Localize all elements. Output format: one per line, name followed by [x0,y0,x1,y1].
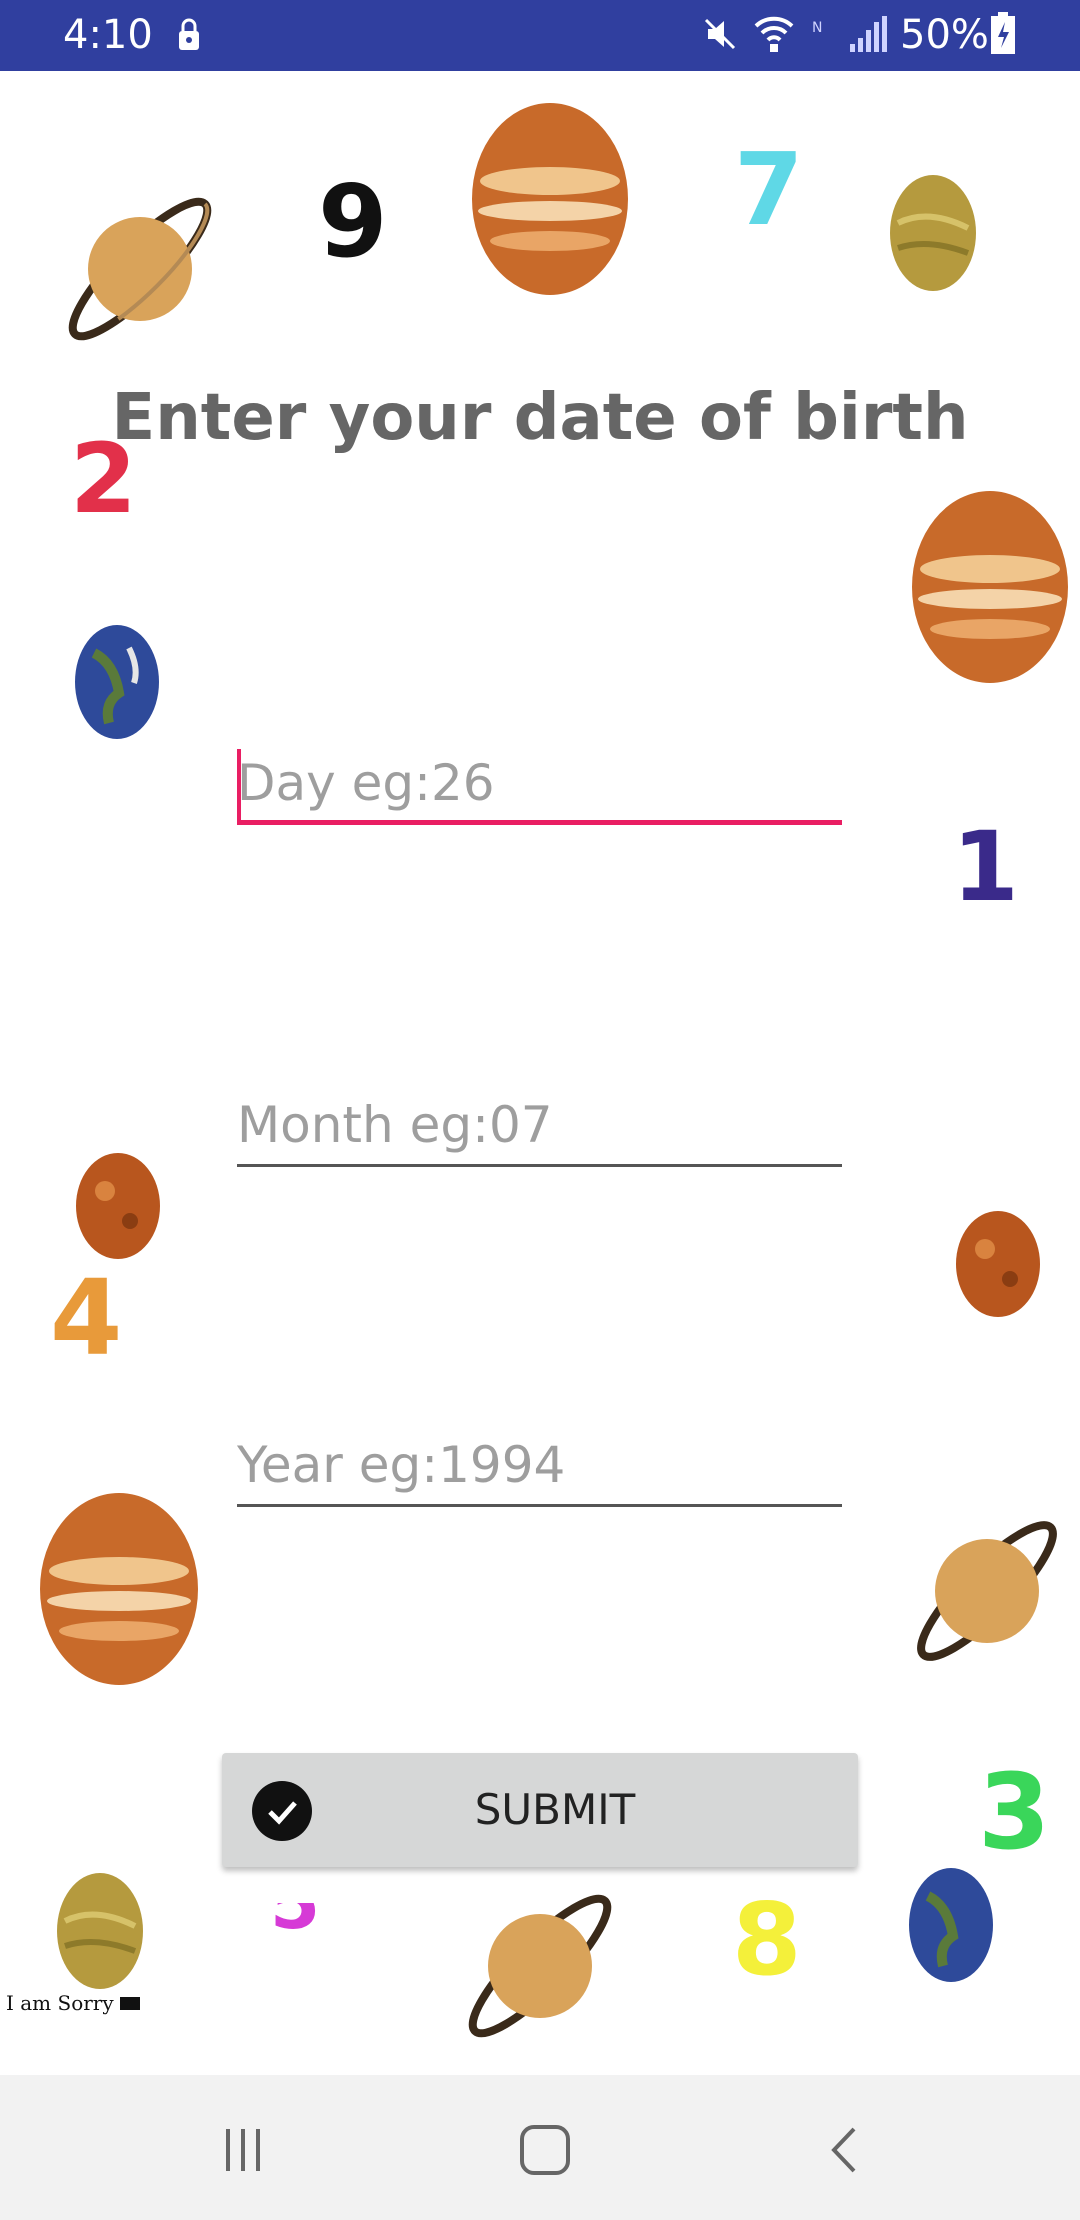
month-input[interactable] [237,1083,842,1167]
day-underline [237,820,842,825]
venus-icon [890,175,976,291]
lock-icon [179,18,199,50]
digit-five: 5 [270,1861,321,1945]
jupiter-icon [472,103,628,295]
laptop-icon [119,1996,140,2010]
system-nav-bar [0,2075,1080,2220]
signal-icon [850,16,887,52]
year-field[interactable] [237,1423,842,1507]
digit-three: 3 [978,1751,1051,1873]
battery-icon [991,12,1015,54]
month-underline [237,1164,842,1167]
saturn-icon [68,197,212,341]
sorry-note: I am Sorry [6,1991,140,2015]
digit-four: 4 [50,1257,123,1379]
status-time: 4:10 [63,12,153,58]
sorry-note-text: I am Sorry [6,1991,114,2015]
day-field[interactable] [237,741,842,825]
day-input[interactable] [237,741,842,825]
venus-icon [57,1873,143,1989]
month-field[interactable] [237,1083,842,1167]
recent-apps-icon[interactable] [208,2115,278,2185]
jupiter-icon [40,1493,198,1685]
year-input[interactable] [237,1423,842,1507]
mars-icon [76,1153,160,1259]
text-caret [237,749,241,821]
earth-icon [75,625,159,739]
digit-nine: 9 [318,163,388,280]
status-bar: 4:10 N 50% [0,0,1080,71]
home-icon[interactable] [510,2115,580,2185]
battery-percent: 50% [900,12,989,58]
digit-eight: 8 [732,1881,802,1998]
saturn-icon [468,1894,612,2038]
digit-seven: 7 [734,131,804,248]
page-title: Enter your date of birth [111,381,969,455]
digit-one: 1 [952,811,1019,923]
year-underline [237,1504,842,1507]
jupiter-icon [912,491,1068,683]
nfc-icon: N [812,20,822,36]
earth-icon [909,1868,993,1982]
mars-icon [956,1211,1040,1317]
saturn-icon [917,1521,1057,1661]
back-icon[interactable] [812,2115,882,2185]
svg-text:N: N [812,20,822,36]
submit-button[interactable]: SUBMIT [222,1753,858,1867]
mute-icon [704,18,736,50]
submit-label: SUBMIT [474,1785,636,1834]
app-content: 9 7 2 1 4 3 8 5 Enter your date of birth… [0,71,1080,2075]
wifi-icon [754,16,794,52]
